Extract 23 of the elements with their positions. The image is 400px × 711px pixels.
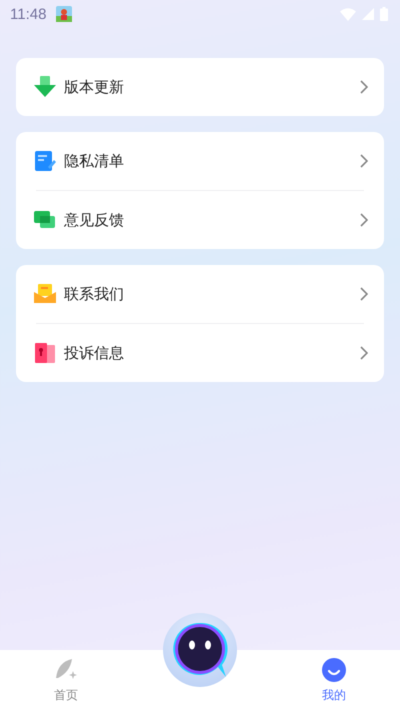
nav-tab[interactable]: 首页 [36, 650, 96, 704]
menu-item-label[interactable]: 联系我们 [64, 284, 124, 304]
note-icon [34, 150, 56, 172]
document-icon [34, 342, 56, 364]
menu-item-label[interactable]: 隐私清单 [64, 152, 124, 170]
menu-item-label[interactable]: 投诉信息 [64, 344, 124, 362]
nav-tab[interactable]: 我的 [304, 650, 364, 704]
battery-icon [380, 7, 388, 21]
chevron-right-icon [360, 154, 368, 168]
download-icon [34, 76, 56, 98]
wifi-icon [340, 8, 356, 20]
smiley-icon [322, 658, 346, 682]
menu-item-label[interactable]: 版本更新 [64, 78, 124, 96]
chevron-right-icon [360, 287, 368, 301]
status-time: 11:48 [10, 6, 46, 22]
chat-bubbles-icon [34, 209, 56, 231]
chevron-right-icon [360, 80, 368, 94]
signal-icon [362, 8, 374, 20]
menu-item-label[interactable]: 意见反馈 [64, 210, 124, 230]
chevron-right-icon [360, 213, 368, 227]
app-notification-icon [56, 6, 72, 22]
chevron-right-icon [360, 346, 368, 360]
envelope-icon [34, 283, 56, 305]
